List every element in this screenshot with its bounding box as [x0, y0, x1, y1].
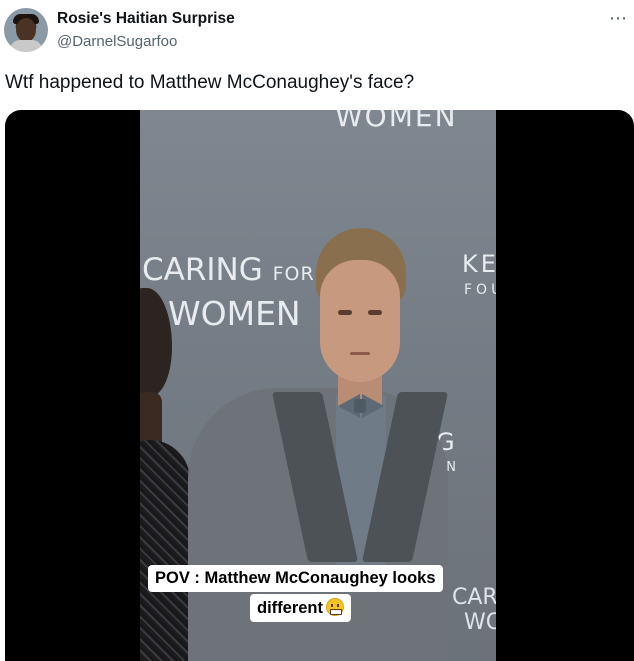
video-caption-line2: different: [250, 594, 351, 622]
backdrop-car-text: CAR: [452, 585, 496, 610]
video-media[interactable]: WOMEN CARING FOR WOMEN KE FOU G ON CAR W…: [5, 110, 634, 661]
bowtie-knot: [354, 399, 366, 413]
tweet-text: Wtf happened to Matthew McConaughey's fa…: [5, 72, 415, 93]
man-face: [320, 260, 400, 382]
backdrop-ke-text: KE: [462, 250, 496, 278]
avatar-face: [16, 18, 36, 42]
backdrop-caring-text: CARING FOR: [142, 252, 315, 288]
man-eye-left: [338, 310, 352, 315]
woman-figure-dress: [140, 440, 190, 661]
backdrop-top-text: WOMEN: [335, 110, 458, 133]
backdrop-for-word: FOR: [272, 263, 315, 285]
backdrop-women-text: WOMEN: [168, 294, 301, 333]
tweet-header: Rosie's Haitian Surprise @DarnelSugarfoo…: [0, 0, 634, 60]
video-frame: WOMEN CARING FOR WOMEN KE FOU G ON CAR W…: [140, 110, 496, 661]
man-mouth: [350, 352, 370, 355]
user-handle[interactable]: @DarnelSugarfoo: [57, 33, 177, 50]
avatar[interactable]: [4, 8, 48, 52]
backdrop-wo-text: WO: [464, 610, 496, 635]
video-caption-line2-text: different: [257, 599, 323, 617]
avatar-shirt: [10, 40, 42, 52]
display-name[interactable]: Rosie's Haitian Surprise: [57, 10, 235, 28]
backdrop-fo-text: FOU: [464, 282, 496, 298]
more-options-icon[interactable]: ⋯: [609, 8, 628, 29]
backdrop-caring-word: CARING: [142, 252, 263, 288]
man-eye-right: [368, 310, 382, 315]
video-caption-line1: POV : Matthew McConaughey looks: [148, 565, 443, 592]
grimacing-face-icon: [326, 598, 344, 616]
